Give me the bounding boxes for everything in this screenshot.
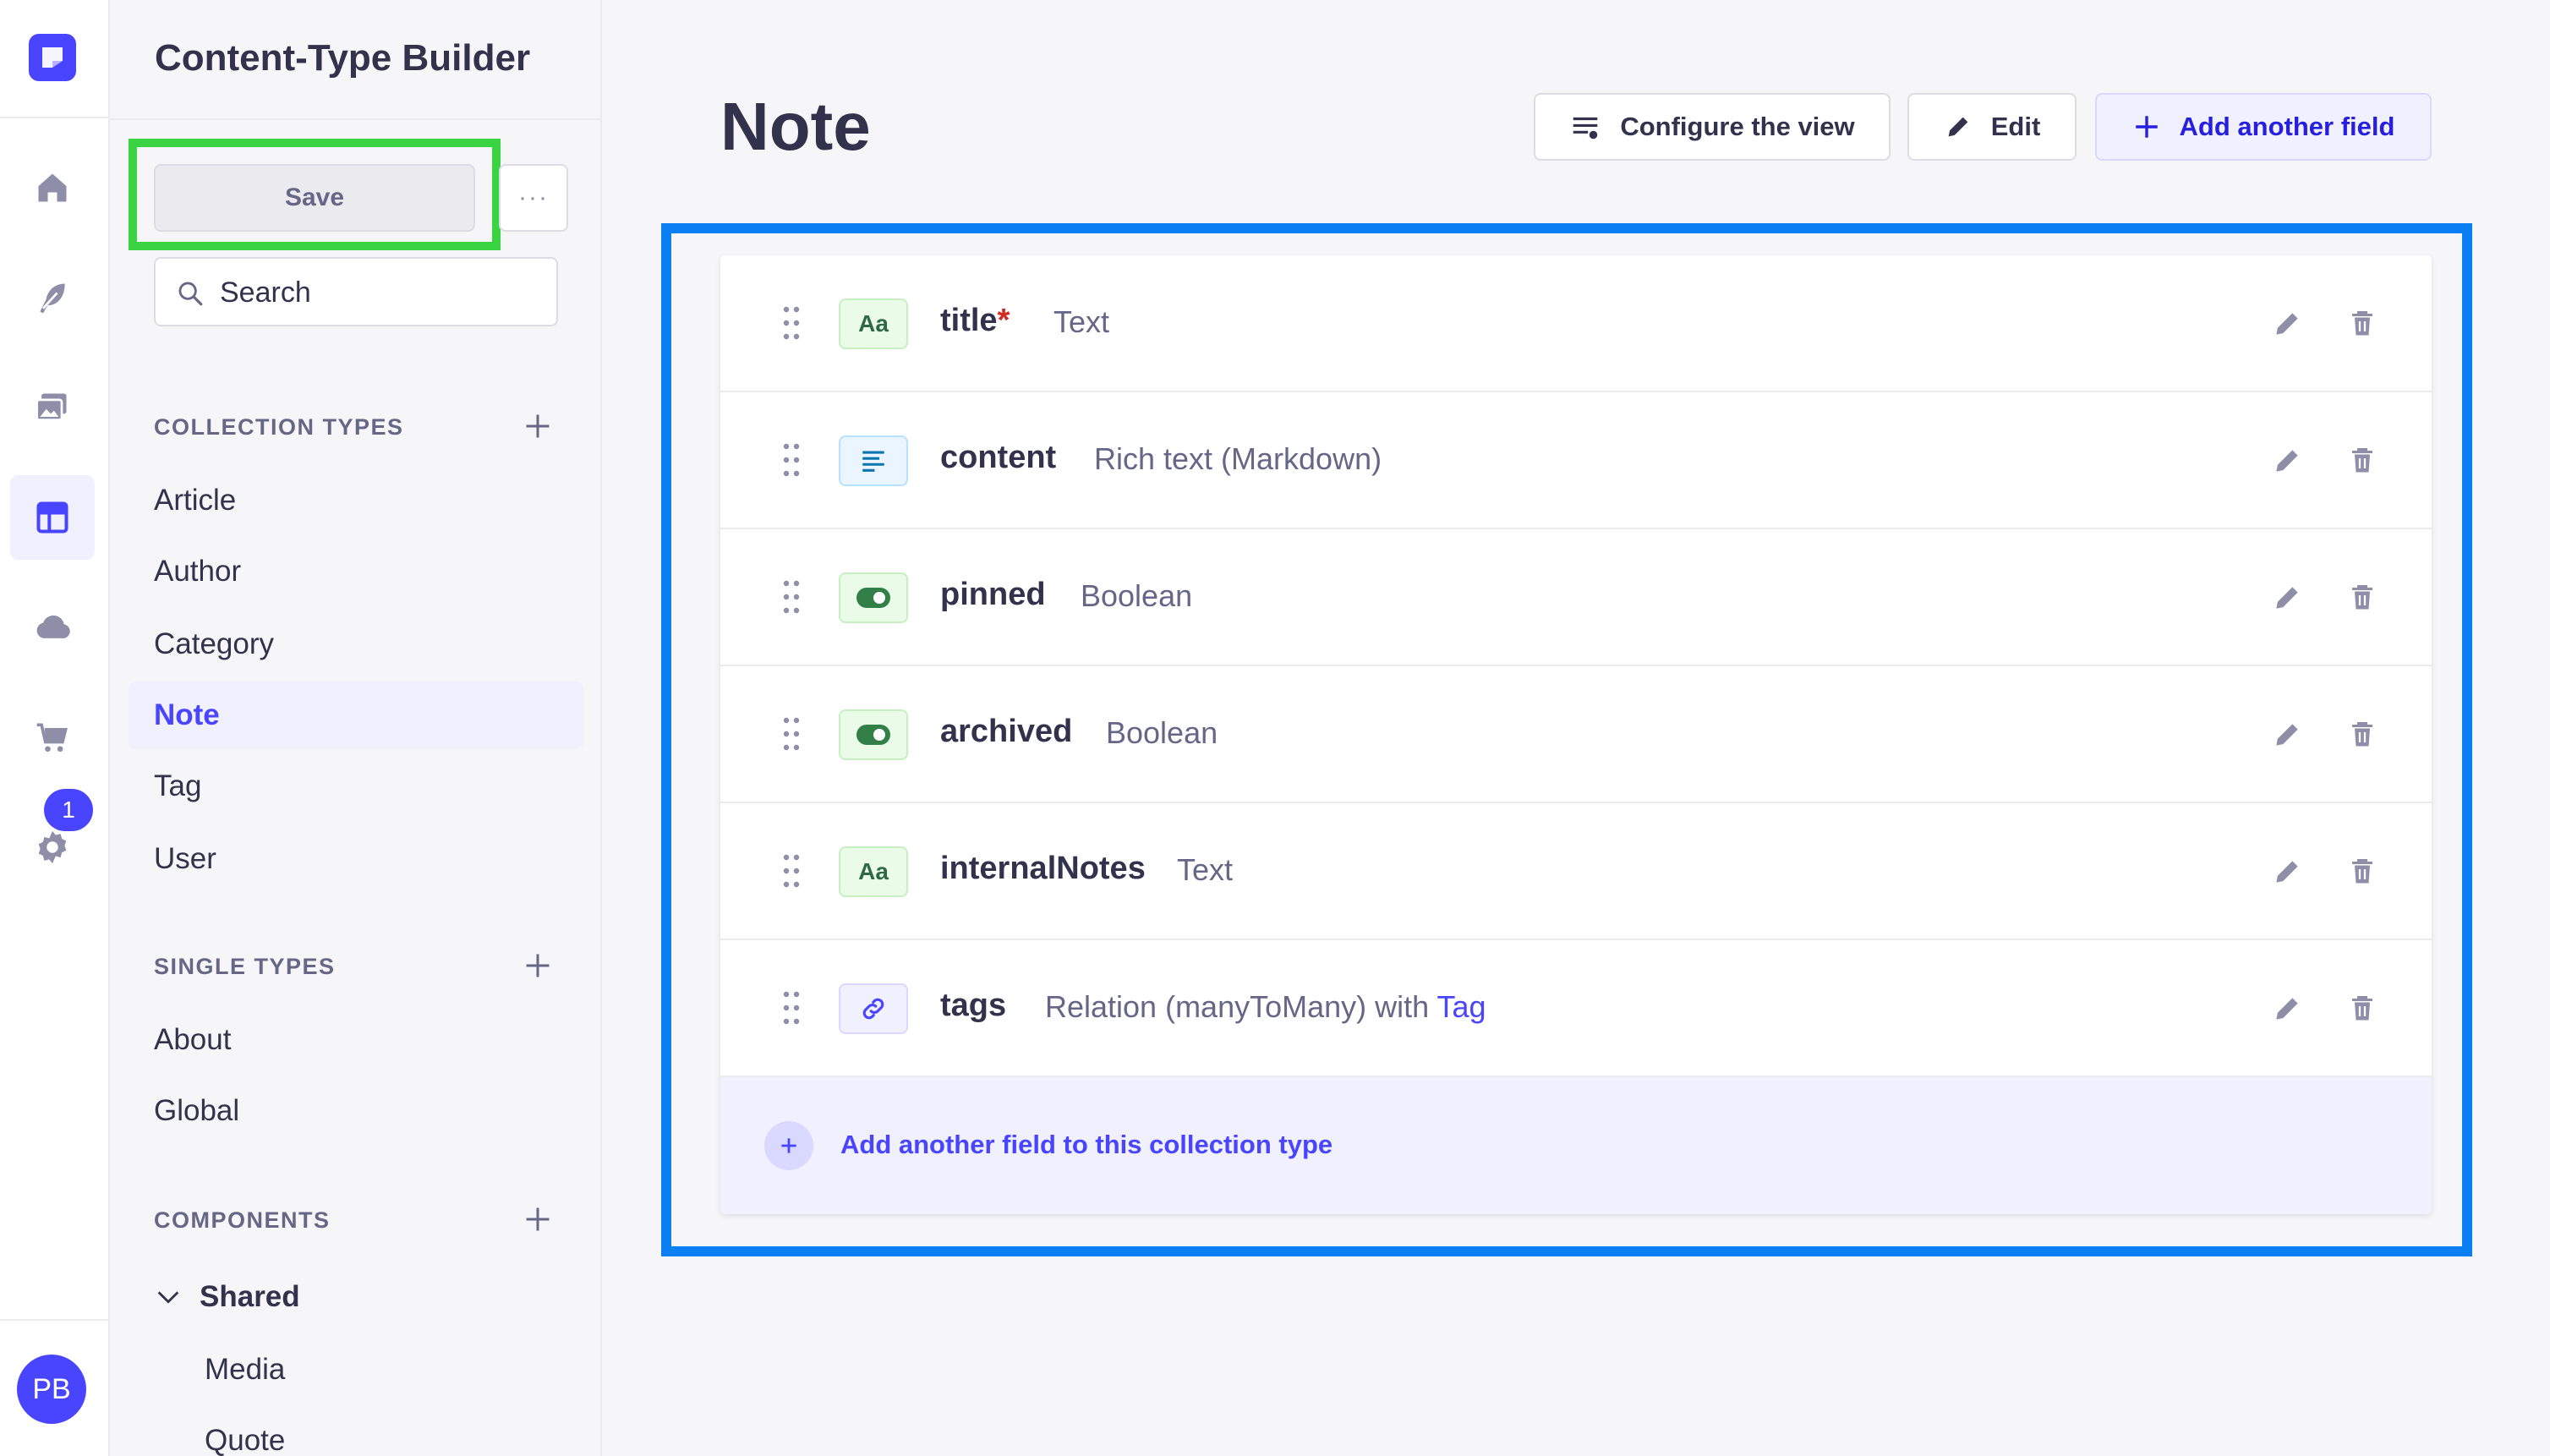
sidebar-item-category[interactable]: Category — [129, 610, 583, 678]
field-name: title* — [940, 303, 1010, 338]
sidebar-item-note[interactable]: Note — [129, 681, 583, 749]
field-name: tags — [940, 988, 1007, 1023]
add-another-field-button[interactable]: Add another field — [2095, 93, 2432, 161]
table-row: content Rich text (Markdown) — [720, 392, 2432, 529]
field-name: pinned — [940, 577, 1046, 612]
pencil-icon[interactable] — [2271, 445, 2303, 477]
table-row: pinned Boolean — [720, 529, 2432, 666]
add-field-footer[interactable]: Add another field to this collection typ… — [720, 1077, 2432, 1214]
toggle-icon — [839, 709, 908, 760]
add-collection-type-plus-icon[interactable] — [521, 409, 555, 443]
add-field-footer-label[interactable]: Add another field to this collection typ… — [840, 1130, 1332, 1160]
more-actions-button[interactable]: ··· — [499, 164, 568, 232]
single-types-label: SINGLE TYPES — [154, 954, 336, 979]
trash-icon[interactable] — [2347, 993, 2378, 1025]
field-type: Boolean — [1106, 715, 1218, 750]
text-icon: Aa — [839, 298, 908, 349]
configure-view-label: Configure the view — [1620, 112, 1855, 141]
toggle-icon — [839, 572, 908, 623]
edit-label: Edit — [1990, 112, 2041, 141]
component-group-label: Shared — [200, 1280, 300, 1313]
table-row: Aa title* Text — [720, 255, 2432, 392]
field-name: content — [940, 440, 1057, 475]
trash-icon[interactable] — [2347, 856, 2378, 888]
pencil-icon[interactable] — [2271, 993, 2303, 1025]
logo-area — [0, 0, 108, 118]
list-settings-icon — [1573, 117, 1598, 140]
sidebar-item-user[interactable]: User — [129, 825, 583, 893]
sidebar-item-global[interactable]: Global — [129, 1077, 583, 1145]
table-row: tags Relation (manyToMany) with Tag — [720, 940, 2432, 1077]
pencil-icon[interactable] — [2271, 582, 2303, 614]
media-icon[interactable] — [10, 365, 95, 450]
save-button[interactable]: Save — [154, 164, 475, 232]
edit-button[interactable]: Edit — [1907, 93, 2077, 161]
field-name: internalNotes — [940, 851, 1146, 886]
drag-handle-icon[interactable] — [783, 306, 800, 340]
page-title: Note — [720, 89, 871, 164]
component-group-shared[interactable]: Shared — [154, 1263, 300, 1331]
user-area: PB — [0, 1319, 108, 1456]
relation-target-link[interactable]: Tag — [1437, 989, 1486, 1024]
table-row: Aa internalNotes Text — [720, 803, 2432, 940]
field-name: archived — [940, 714, 1073, 749]
add-another-field-label: Add another field — [2179, 112, 2395, 141]
drag-handle-icon[interactable] — [783, 580, 800, 614]
sidebar-item-media[interactable]: Media — [205, 1336, 285, 1404]
cart-icon[interactable] — [10, 695, 95, 780]
avatar[interactable]: PB — [17, 1355, 86, 1424]
trash-icon[interactable] — [2347, 445, 2378, 477]
rich-text-icon — [839, 435, 908, 486]
sidebar-header: Content-Type Builder — [110, 0, 600, 120]
required-mark: * — [997, 303, 1010, 338]
trash-icon[interactable] — [2347, 719, 2378, 751]
sidebar-title: Content-Type Builder — [155, 37, 531, 79]
components-label: COMPONENTS — [154, 1207, 331, 1233]
pencil-icon[interactable] — [2271, 308, 2303, 340]
sidebar-item-tag[interactable]: Tag — [129, 753, 583, 820]
drag-handle-icon[interactable] — [783, 854, 800, 888]
sidebar-item-author[interactable]: Author — [129, 538, 583, 605]
text-icon: Aa — [839, 846, 908, 897]
content-type-sidebar: Content-Type Builder Save ··· COLLECTION… — [110, 0, 602, 1456]
main-nav-rail: 1 PB — [0, 0, 110, 1456]
layout-icon[interactable] — [10, 475, 95, 560]
add-component-plus-icon[interactable] — [521, 1202, 555, 1236]
field-type: Relation (manyToMany) with Tag — [1045, 989, 1486, 1024]
field-type: Text — [1177, 852, 1234, 887]
drag-handle-icon[interactable] — [783, 991, 800, 1025]
app-logo[interactable] — [29, 34, 76, 81]
drag-handle-icon[interactable] — [783, 443, 800, 477]
field-type: Rich text (Markdown) — [1094, 441, 1382, 476]
field-type: Boolean — [1081, 578, 1193, 613]
pencil-icon[interactable] — [2271, 719, 2303, 751]
field-type: Text — [1053, 304, 1110, 339]
configure-view-button[interactable]: Configure the view — [1534, 93, 1891, 161]
relation-icon — [839, 983, 908, 1034]
cloud-icon[interactable] — [10, 585, 95, 670]
pencil-icon[interactable] — [2271, 856, 2303, 888]
drag-handle-icon[interactable] — [783, 717, 800, 751]
trash-icon[interactable] — [2347, 308, 2378, 340]
chevron-down-icon — [154, 1283, 183, 1311]
sidebar-item-quote[interactable]: Quote — [205, 1407, 285, 1456]
collection-types-label: COLLECTION TYPES — [154, 414, 404, 440]
fields-table: Aa title* Text content Rich text (Markdo… — [720, 255, 2432, 1214]
home-icon[interactable] — [10, 145, 95, 230]
notification-badge: 1 — [44, 789, 93, 831]
search-icon — [178, 282, 203, 306]
sidebar-item-about[interactable]: About — [129, 1006, 583, 1074]
trash-icon[interactable] — [2347, 582, 2378, 614]
plus-icon — [2135, 116, 2158, 138]
pencil-icon — [1948, 117, 1968, 137]
feather-icon[interactable] — [10, 255, 95, 340]
search-field[interactable] — [154, 257, 558, 326]
sidebar-item-article[interactable]: Article — [129, 467, 583, 534]
plus-circle-icon[interactable] — [764, 1121, 813, 1170]
table-row: archived Boolean — [720, 666, 2432, 803]
add-single-type-plus-icon[interactable] — [521, 949, 555, 983]
search-input[interactable] — [220, 272, 541, 313]
